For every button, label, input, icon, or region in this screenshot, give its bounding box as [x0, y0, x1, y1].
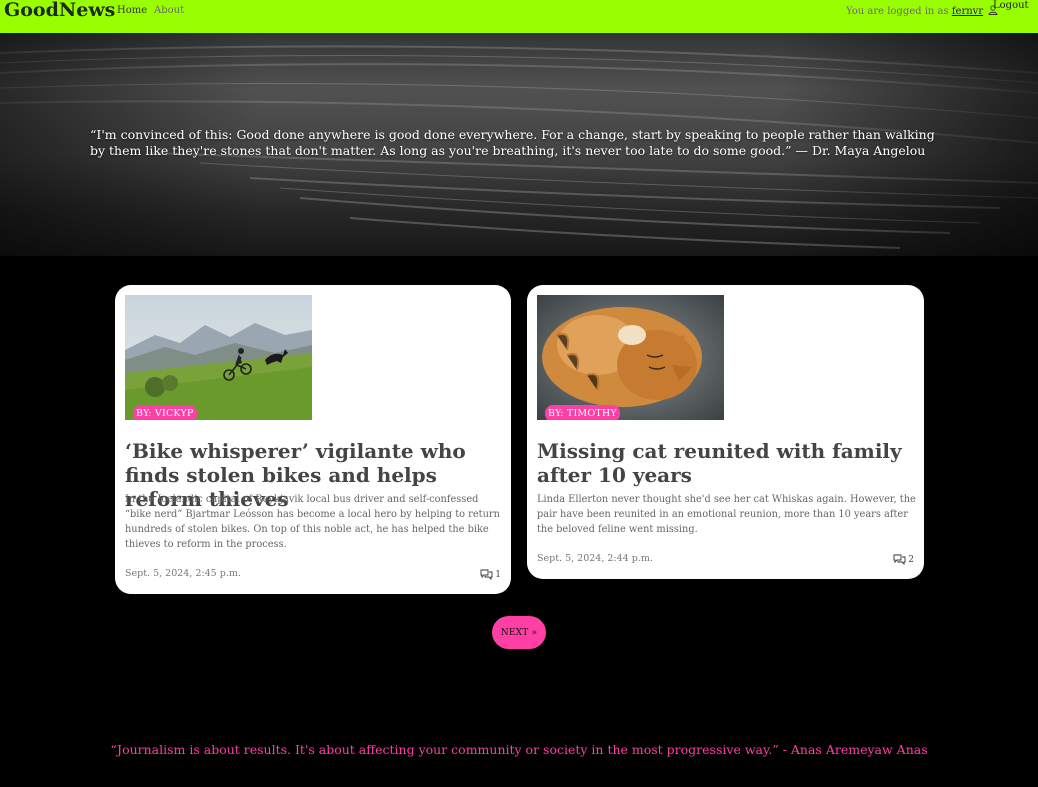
hero-banner: “I'm convinced of this: Good done anywhe… [0, 33, 1038, 256]
comments-icon [893, 554, 906, 565]
article-excerpt: In the Icelandic capital of Reykjavik lo… [125, 494, 500, 550]
footer-quote: “Journalism is about results. It's about… [110, 742, 928, 757]
nav-link-about[interactable]: About [154, 5, 184, 16]
comment-count-value: 1 [495, 569, 501, 580]
brand-logo-link[interactable]: GoodNews [4, 0, 115, 21]
comment-count[interactable]: 2 [893, 554, 914, 565]
next-page-button[interactable]: NEXT » [492, 616, 546, 649]
login-status-label: You are logged in as [846, 6, 949, 17]
article-date: Sept. 5, 2024, 2:45 p.m. [125, 568, 241, 579]
username-link[interactable]: fernvr [952, 6, 983, 17]
nav-link-home[interactable]: Home [117, 5, 147, 16]
login-status: You are logged in as fernvr [846, 5, 998, 17]
article-card[interactable]: BY: VICKYP ‘Bike whisperer’ vigilante wh… [115, 285, 511, 594]
article-image-cat[interactable]: BY: TIMOTHY [537, 295, 724, 420]
author-badge[interactable]: BY: TIMOTHY [545, 405, 620, 420]
comment-count-value: 2 [908, 554, 914, 565]
comments-icon [480, 569, 493, 580]
article-title[interactable]: Missing cat reunited with family after 1… [537, 439, 917, 487]
article-image-bike[interactable]: BY: VICKYP [125, 295, 312, 420]
article-card[interactable]: BY: TIMOTHY Missing cat reunited with fa… [527, 285, 924, 579]
hero-quote: “I'm convinced of this: Good done anywhe… [90, 127, 935, 158]
article-excerpt: Linda Ellerton never thought she'd see h… [537, 494, 916, 535]
navbar: GoodNews Home About You are logged in as… [0, 0, 1038, 33]
author-badge[interactable]: BY: VICKYP [133, 405, 197, 420]
comment-count[interactable]: 1 [480, 569, 501, 580]
article-date: Sept. 5, 2024, 2:44 p.m. [537, 553, 653, 564]
logout-link[interactable]: Logout [993, 0, 1029, 11]
